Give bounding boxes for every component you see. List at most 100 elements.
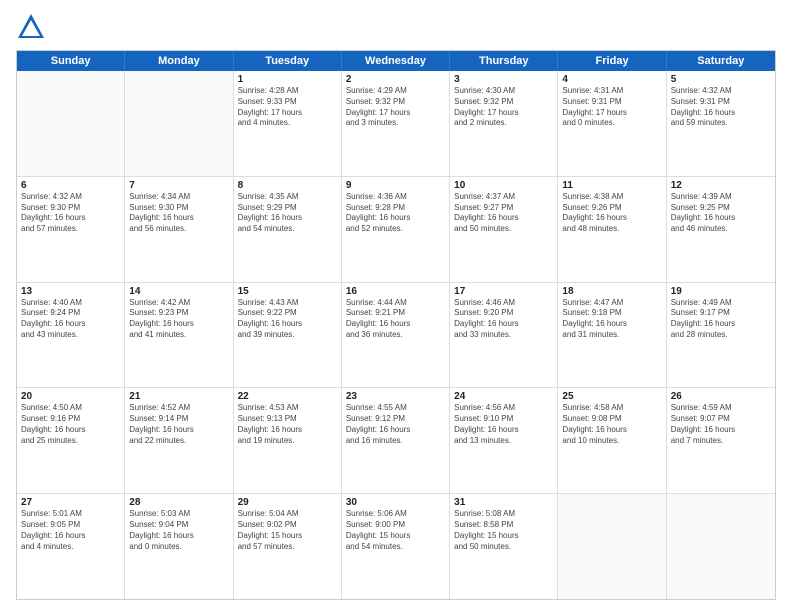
day-info: Sunrise: 4:32 AMSunset: 9:30 PMDaylight:… — [21, 192, 120, 235]
day-number: 3 — [454, 74, 553, 85]
header-day-saturday: Saturday — [667, 51, 775, 71]
day-cell-20: 20Sunrise: 4:50 AMSunset: 9:16 PMDayligh… — [17, 388, 125, 493]
day-info: Sunrise: 4:43 AMSunset: 9:22 PMDaylight:… — [238, 298, 337, 341]
day-number: 2 — [346, 74, 445, 85]
calendar-row-1: 1Sunrise: 4:28 AMSunset: 9:33 PMDaylight… — [17, 71, 775, 177]
day-number: 25 — [562, 391, 661, 402]
header-day-wednesday: Wednesday — [342, 51, 450, 71]
day-number: 17 — [454, 286, 553, 297]
day-cell-22: 22Sunrise: 4:53 AMSunset: 9:13 PMDayligh… — [234, 388, 342, 493]
empty-cell — [17, 71, 125, 176]
day-info: Sunrise: 4:40 AMSunset: 9:24 PMDaylight:… — [21, 298, 120, 341]
day-cell-24: 24Sunrise: 4:56 AMSunset: 9:10 PMDayligh… — [450, 388, 558, 493]
day-info: Sunrise: 4:29 AMSunset: 9:32 PMDaylight:… — [346, 86, 445, 129]
day-info: Sunrise: 4:52 AMSunset: 9:14 PMDaylight:… — [129, 403, 228, 446]
day-cell-16: 16Sunrise: 4:44 AMSunset: 9:21 PMDayligh… — [342, 283, 450, 388]
day-cell-29: 29Sunrise: 5:04 AMSunset: 9:02 PMDayligh… — [234, 494, 342, 599]
day-info: Sunrise: 4:37 AMSunset: 9:27 PMDaylight:… — [454, 192, 553, 235]
day-number: 7 — [129, 180, 228, 191]
day-info: Sunrise: 5:03 AMSunset: 9:04 PMDaylight:… — [129, 509, 228, 552]
calendar-row-2: 6Sunrise: 4:32 AMSunset: 9:30 PMDaylight… — [17, 177, 775, 283]
day-number: 5 — [671, 74, 771, 85]
day-info: Sunrise: 4:32 AMSunset: 9:31 PMDaylight:… — [671, 86, 771, 129]
day-info: Sunrise: 4:28 AMSunset: 9:33 PMDaylight:… — [238, 86, 337, 129]
day-info: Sunrise: 4:39 AMSunset: 9:25 PMDaylight:… — [671, 192, 771, 235]
day-cell-25: 25Sunrise: 4:58 AMSunset: 9:08 PMDayligh… — [558, 388, 666, 493]
day-cell-5: 5Sunrise: 4:32 AMSunset: 9:31 PMDaylight… — [667, 71, 775, 176]
day-cell-13: 13Sunrise: 4:40 AMSunset: 9:24 PMDayligh… — [17, 283, 125, 388]
day-number: 21 — [129, 391, 228, 402]
day-cell-19: 19Sunrise: 4:49 AMSunset: 9:17 PMDayligh… — [667, 283, 775, 388]
day-cell-28: 28Sunrise: 5:03 AMSunset: 9:04 PMDayligh… — [125, 494, 233, 599]
day-info: Sunrise: 5:01 AMSunset: 9:05 PMDaylight:… — [21, 509, 120, 552]
header-day-thursday: Thursday — [450, 51, 558, 71]
day-number: 1 — [238, 74, 337, 85]
header-day-monday: Monday — [125, 51, 233, 71]
day-cell-12: 12Sunrise: 4:39 AMSunset: 9:25 PMDayligh… — [667, 177, 775, 282]
day-number: 4 — [562, 74, 661, 85]
day-info: Sunrise: 4:50 AMSunset: 9:16 PMDaylight:… — [21, 403, 120, 446]
day-info: Sunrise: 5:04 AMSunset: 9:02 PMDaylight:… — [238, 509, 337, 552]
day-info: Sunrise: 5:06 AMSunset: 9:00 PMDaylight:… — [346, 509, 445, 552]
calendar-body: 1Sunrise: 4:28 AMSunset: 9:33 PMDaylight… — [17, 71, 775, 599]
day-cell-30: 30Sunrise: 5:06 AMSunset: 9:00 PMDayligh… — [342, 494, 450, 599]
empty-cell — [667, 494, 775, 599]
day-cell-3: 3Sunrise: 4:30 AMSunset: 9:32 PMDaylight… — [450, 71, 558, 176]
logo — [16, 12, 50, 42]
day-number: 13 — [21, 286, 120, 297]
day-cell-1: 1Sunrise: 4:28 AMSunset: 9:33 PMDaylight… — [234, 71, 342, 176]
day-info: Sunrise: 4:31 AMSunset: 9:31 PMDaylight:… — [562, 86, 661, 129]
day-info: Sunrise: 4:44 AMSunset: 9:21 PMDaylight:… — [346, 298, 445, 341]
day-cell-27: 27Sunrise: 5:01 AMSunset: 9:05 PMDayligh… — [17, 494, 125, 599]
header-day-tuesday: Tuesday — [234, 51, 342, 71]
day-cell-6: 6Sunrise: 4:32 AMSunset: 9:30 PMDaylight… — [17, 177, 125, 282]
day-number: 19 — [671, 286, 771, 297]
empty-cell — [125, 71, 233, 176]
day-number: 15 — [238, 286, 337, 297]
header-day-sunday: Sunday — [17, 51, 125, 71]
day-info: Sunrise: 5:08 AMSunset: 8:58 PMDaylight:… — [454, 509, 553, 552]
header-day-friday: Friday — [558, 51, 666, 71]
day-number: 14 — [129, 286, 228, 297]
day-cell-7: 7Sunrise: 4:34 AMSunset: 9:30 PMDaylight… — [125, 177, 233, 282]
day-number: 16 — [346, 286, 445, 297]
day-cell-18: 18Sunrise: 4:47 AMSunset: 9:18 PMDayligh… — [558, 283, 666, 388]
day-cell-31: 31Sunrise: 5:08 AMSunset: 8:58 PMDayligh… — [450, 494, 558, 599]
day-cell-2: 2Sunrise: 4:29 AMSunset: 9:32 PMDaylight… — [342, 71, 450, 176]
day-cell-21: 21Sunrise: 4:52 AMSunset: 9:14 PMDayligh… — [125, 388, 233, 493]
calendar-row-4: 20Sunrise: 4:50 AMSunset: 9:16 PMDayligh… — [17, 388, 775, 494]
day-info: Sunrise: 4:49 AMSunset: 9:17 PMDaylight:… — [671, 298, 771, 341]
day-cell-11: 11Sunrise: 4:38 AMSunset: 9:26 PMDayligh… — [558, 177, 666, 282]
calendar-header: SundayMondayTuesdayWednesdayThursdayFrid… — [17, 51, 775, 71]
empty-cell — [558, 494, 666, 599]
calendar: SundayMondayTuesdayWednesdayThursdayFrid… — [16, 50, 776, 600]
day-info: Sunrise: 4:53 AMSunset: 9:13 PMDaylight:… — [238, 403, 337, 446]
day-number: 12 — [671, 180, 771, 191]
day-info: Sunrise: 4:56 AMSunset: 9:10 PMDaylight:… — [454, 403, 553, 446]
day-cell-8: 8Sunrise: 4:35 AMSunset: 9:29 PMDaylight… — [234, 177, 342, 282]
page: SundayMondayTuesdayWednesdayThursdayFrid… — [0, 0, 792, 612]
day-number: 11 — [562, 180, 661, 191]
day-info: Sunrise: 4:35 AMSunset: 9:29 PMDaylight:… — [238, 192, 337, 235]
day-number: 8 — [238, 180, 337, 191]
day-number: 10 — [454, 180, 553, 191]
day-info: Sunrise: 4:47 AMSunset: 9:18 PMDaylight:… — [562, 298, 661, 341]
day-number: 18 — [562, 286, 661, 297]
day-number: 29 — [238, 497, 337, 508]
day-number: 28 — [129, 497, 228, 508]
header — [16, 12, 776, 42]
day-number: 27 — [21, 497, 120, 508]
day-cell-15: 15Sunrise: 4:43 AMSunset: 9:22 PMDayligh… — [234, 283, 342, 388]
day-number: 23 — [346, 391, 445, 402]
day-info: Sunrise: 4:58 AMSunset: 9:08 PMDaylight:… — [562, 403, 661, 446]
day-number: 6 — [21, 180, 120, 191]
day-info: Sunrise: 4:38 AMSunset: 9:26 PMDaylight:… — [562, 192, 661, 235]
day-cell-23: 23Sunrise: 4:55 AMSunset: 9:12 PMDayligh… — [342, 388, 450, 493]
day-info: Sunrise: 4:55 AMSunset: 9:12 PMDaylight:… — [346, 403, 445, 446]
day-cell-10: 10Sunrise: 4:37 AMSunset: 9:27 PMDayligh… — [450, 177, 558, 282]
day-info: Sunrise: 4:34 AMSunset: 9:30 PMDaylight:… — [129, 192, 228, 235]
day-number: 9 — [346, 180, 445, 191]
calendar-row-5: 27Sunrise: 5:01 AMSunset: 9:05 PMDayligh… — [17, 494, 775, 599]
day-cell-14: 14Sunrise: 4:42 AMSunset: 9:23 PMDayligh… — [125, 283, 233, 388]
day-info: Sunrise: 4:36 AMSunset: 9:28 PMDaylight:… — [346, 192, 445, 235]
